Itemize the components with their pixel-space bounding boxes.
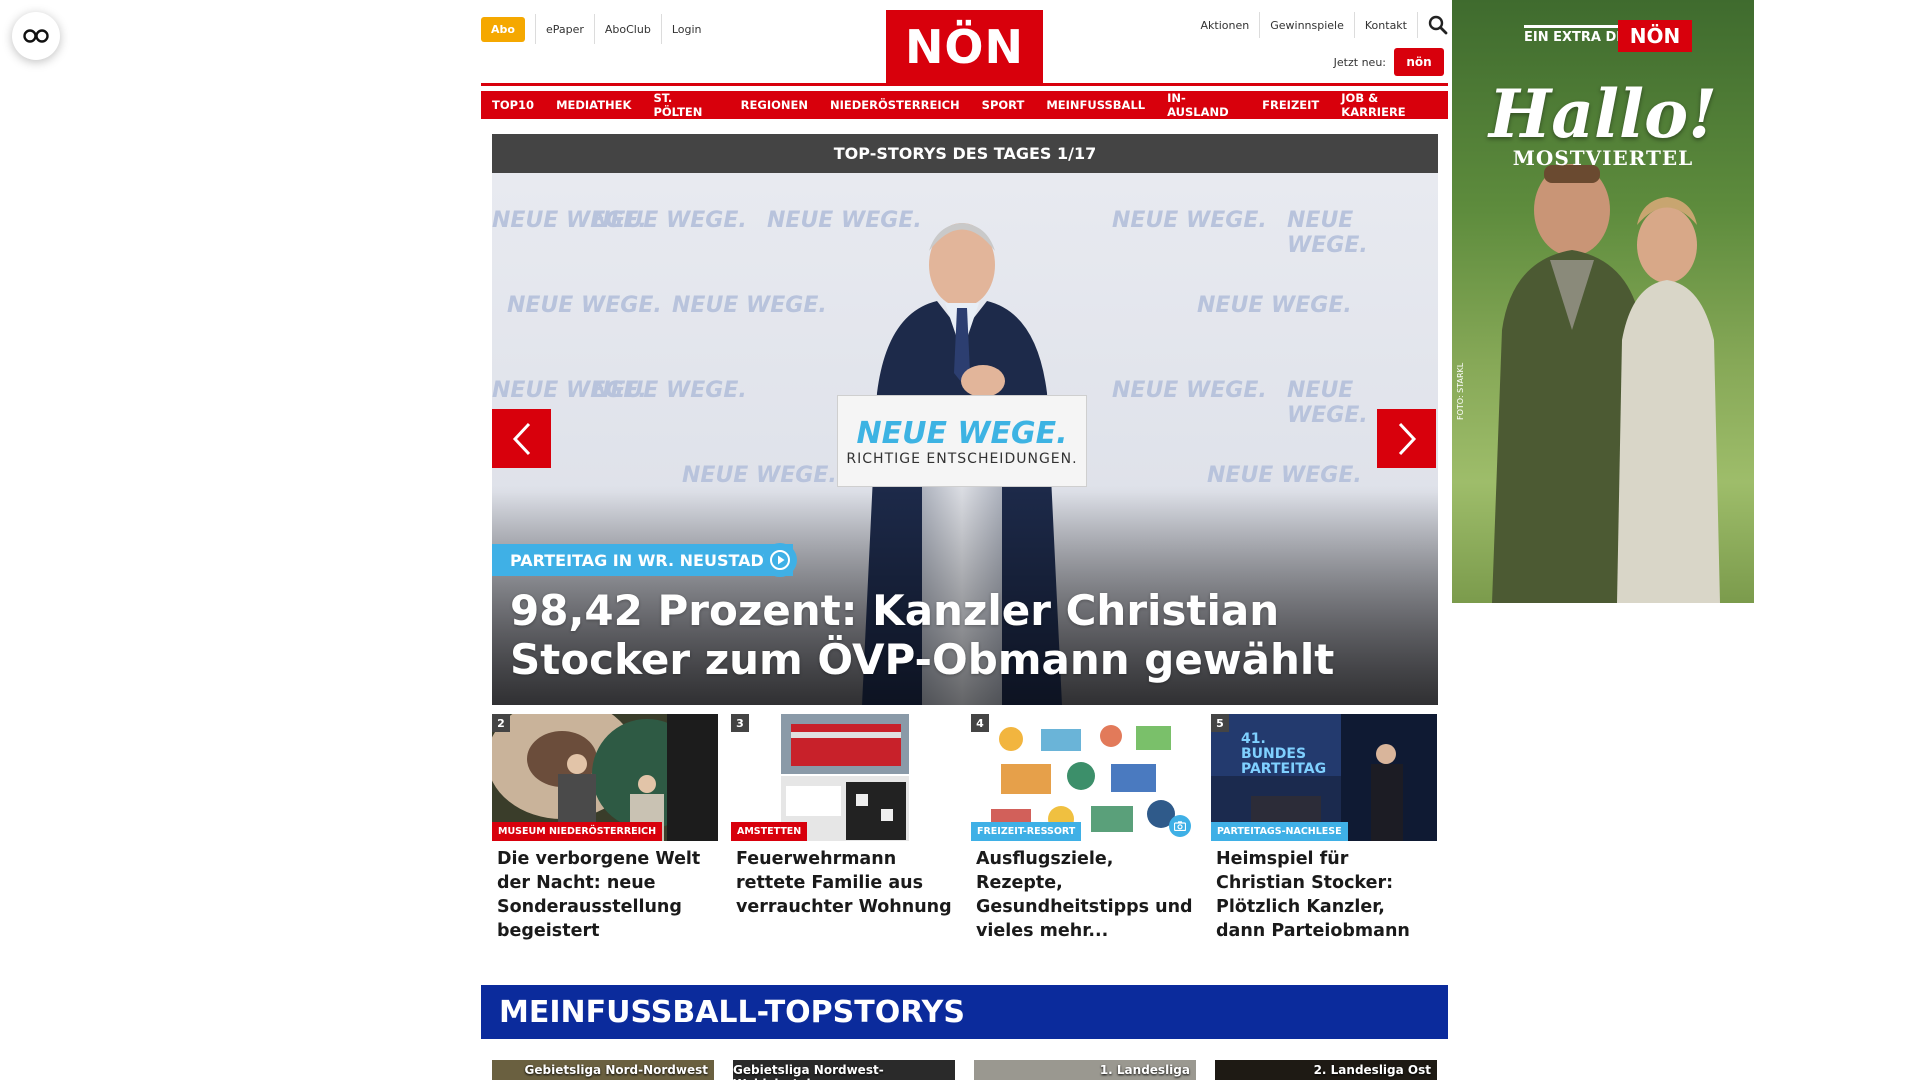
nav-job-karriere[interactable]: JOB & KARRIERE	[1330, 91, 1448, 119]
story-headline[interactable]: Heimspiel für Christian Stocker: Plötzli…	[1211, 847, 1437, 943]
story-category[interactable]: MUSEUM NIEDERÖSTERREICH	[492, 822, 663, 841]
league-label: Gebietsliga Nordwest-Waldviertel	[733, 1063, 884, 1080]
story-headline[interactable]: Feuerwehrmann rettete Familie aus verrau…	[731, 847, 957, 919]
kontakt-link[interactable]: Kontakt	[1365, 19, 1407, 32]
chevron-left-icon	[512, 422, 530, 455]
story-thumbnail[interactable]: 2 MUSEUM NIEDERÖSTERREICH	[492, 714, 718, 841]
meinfussball-story-thumbnail[interactable]: 2. Landesliga Ost	[1215, 1060, 1437, 1080]
advertisement-banner[interactable]: EIN EXTRA DER NÖN Hallo! MOSTVIERTEL FOT…	[1452, 0, 1754, 603]
nav-regionen[interactable]: REGIONEN	[729, 91, 819, 119]
aboclub-link[interactable]: AboClub	[605, 23, 651, 36]
site-logo[interactable]: NÖN	[886, 10, 1043, 84]
service-nav: Aktionen Gewinnspiele Kontakt	[1201, 12, 1448, 38]
story-category[interactable]: FREIZEIT-RESSORT	[971, 822, 1082, 841]
glasses-icon	[23, 29, 49, 43]
story-thumbnail[interactable]: 41. BUNDES PARTEITAG 5 PARTEITAGS-NACHLE…	[1211, 714, 1437, 841]
league-label: 2. Landesliga Ost	[1313, 1063, 1431, 1077]
promo-logo: nön	[1394, 48, 1444, 76]
divider	[660, 14, 662, 44]
hero-category-badge[interactable]: PARTEITAG IN WR. NEUSTADT	[492, 544, 793, 576]
jetzt-neu-label: Jetzt neu:	[1333, 55, 1386, 69]
hero-headline[interactable]: 98,42 Prozent: Kanzler Christian Stocker…	[510, 586, 1410, 684]
divider	[1353, 12, 1355, 38]
reader-mode-button[interactable]	[12, 12, 60, 60]
epaper-link[interactable]: ePaper	[546, 23, 584, 36]
story-rank: 2	[492, 714, 510, 732]
story-card[interactable]: 41. BUNDES PARTEITAG 5 PARTEITAGS-NACHLE…	[1211, 714, 1437, 943]
story-thumbnail[interactable]: 3 AMSTETTEN	[731, 714, 957, 841]
backdrop-text: NEUE WEGE.	[507, 293, 662, 318]
story-category[interactable]: AMSTETTEN	[731, 822, 808, 841]
backdrop-text: NEUE WEGE.	[1112, 378, 1267, 403]
backdrop-text: NEUE WEGE.	[1197, 293, 1352, 318]
story-image-sign: 41. BUNDES PARTEITAG	[1241, 731, 1327, 777]
meinfussball-story-thumbnail[interactable]: 1. Landesliga	[974, 1060, 1196, 1080]
backdrop-text: NEUE WEGE.	[592, 208, 747, 233]
backdrop-text: NEUE WEGE.	[672, 293, 827, 318]
search-icon[interactable]	[1428, 15, 1448, 35]
divider	[1417, 12, 1418, 38]
story-headline[interactable]: Ausflugsziele, Rezepte, Gesundheitstipps…	[971, 847, 1197, 943]
league-label: Gebietsliga Nord-Nordwest	[524, 1063, 708, 1077]
story-card[interactable]: 4 FREIZEIT-RESSORT Ausflugsziele, Rezept…	[971, 714, 1197, 943]
nav-top10[interactable]: TOP10	[481, 91, 546, 119]
podium-text-main: NEUE WEGE.	[856, 415, 1068, 451]
header-divider	[481, 83, 1448, 86]
play-video-icon[interactable]	[763, 543, 797, 577]
story-category[interactable]: PARTEITAGS-NACHLESE	[1211, 822, 1348, 841]
backdrop-text: NEUE WEGE.	[1112, 208, 1267, 233]
story-rank: 4	[971, 714, 989, 732]
aktionen-link[interactable]: Aktionen	[1201, 19, 1250, 32]
login-link[interactable]: Login	[672, 23, 702, 36]
top-utility-nav: Abo ePaper AboClub Login	[481, 14, 702, 44]
main-nav: TOP10 MEDIATHEK ST. PÖLTEN REGIONEN NIED…	[481, 91, 1448, 119]
site-header: Abo ePaper AboClub Login NÖN Aktionen Ge…	[481, 0, 1448, 84]
divider	[593, 14, 595, 44]
backdrop-text: NEUE WEGE.	[592, 378, 747, 403]
meinfussball-section-title[interactable]: MEINFUSSBALL-TOPSTORYS	[481, 985, 1448, 1039]
story-thumbnail[interactable]: 4 FREIZEIT-RESSORT	[971, 714, 1197, 841]
nav-in-ausland[interactable]: IN-AUSLAND	[1156, 91, 1252, 119]
nav-meinfussball[interactable]: MEINFUSSBALL	[1035, 91, 1157, 119]
carousel-next-button[interactable]	[1377, 409, 1436, 468]
backdrop-text: NEUE WEGE.	[1287, 208, 1368, 258]
jetzt-neu-promo[interactable]: Jetzt neu: nön	[1334, 48, 1444, 76]
nav-sport[interactable]: SPORT	[970, 91, 1036, 119]
story-rank: 3	[731, 714, 749, 732]
story-headline[interactable]: Die verborgene Welt der Nacht: neue Sond…	[492, 847, 718, 943]
top-stories-header: TOP-STORYS DES TAGES 1/17	[492, 134, 1438, 173]
ad-region: MOSTVIERTEL	[1512, 146, 1694, 170]
podium-sign: NEUE WEGE. RICHTIGE ENTSCHEIDUNGEN.	[837, 395, 1087, 487]
nav-freizeit[interactable]: FREIZEIT	[1251, 91, 1331, 119]
carousel-prev-button[interactable]	[492, 409, 551, 468]
ad-photo-credit: FOTO: STARKL	[1456, 362, 1465, 420]
story-rank: 5	[1211, 714, 1229, 732]
gewinnspiele-link[interactable]: Gewinnspiele	[1270, 19, 1344, 32]
nav-st-poelten[interactable]: ST. PÖLTEN	[642, 91, 730, 119]
divider	[534, 14, 536, 44]
camera-icon	[1169, 815, 1191, 837]
story-card[interactable]: 2 MUSEUM NIEDERÖSTERREICH Die verborgene…	[492, 714, 718, 943]
abo-button[interactable]: Abo	[481, 16, 525, 42]
meinfussball-story-thumbnail[interactable]: Gebietsliga Nord-Nordwest	[492, 1060, 714, 1080]
meinfussball-story-thumbnail[interactable]: Gebietsliga Nordwest-Waldviertel	[733, 1060, 955, 1080]
ad-headline: Hallo!	[1488, 75, 1718, 153]
nav-mediathek[interactable]: MEDIATHEK	[545, 91, 643, 119]
chevron-right-icon	[1398, 422, 1416, 455]
podium-text-sub: RICHTIGE ENTSCHEIDUNGEN.	[846, 450, 1078, 467]
story-card[interactable]: 3 AMSTETTEN Feuerwehrmann rettete Famili…	[731, 714, 957, 919]
ad-brand-logo: NÖN	[1618, 20, 1692, 52]
nav-niederoesterreich[interactable]: NIEDERÖSTERREICH	[818, 91, 971, 119]
league-label: 1. Landesliga	[1099, 1063, 1190, 1077]
divider	[1259, 12, 1261, 38]
